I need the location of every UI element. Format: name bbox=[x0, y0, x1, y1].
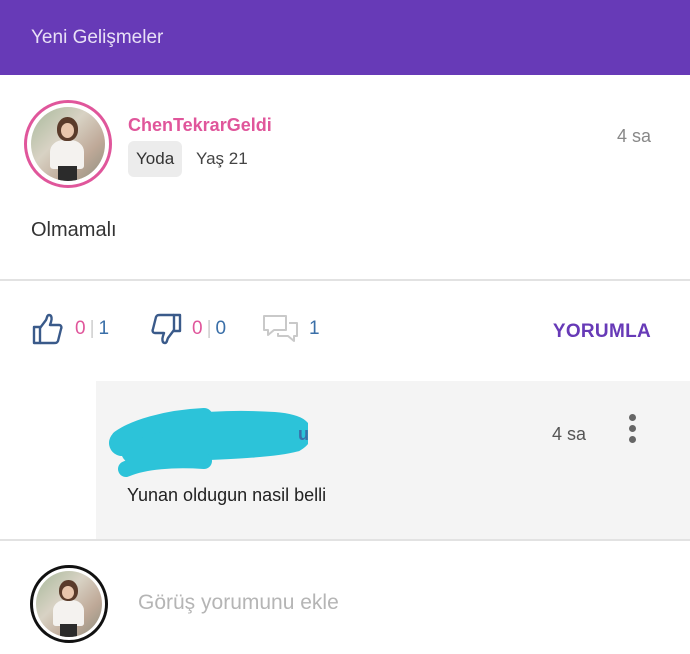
avatar-photo bbox=[31, 107, 105, 181]
comment-bubbles-icon bbox=[263, 315, 298, 342]
top-app-bar: Yeni Gelişmeler bbox=[0, 0, 690, 75]
reply-author[interactable]: u bbox=[298, 424, 309, 445]
comment-input[interactable] bbox=[138, 591, 638, 615]
dislike-count-a: 0 bbox=[192, 318, 203, 339]
user-badge: Yoda bbox=[128, 141, 183, 177]
like-count-a: 0 bbox=[75, 318, 86, 339]
like-count-b: 1 bbox=[98, 318, 110, 339]
dislike-count-b: 0 bbox=[215, 318, 227, 339]
reply-timestamp: 4 sa bbox=[552, 424, 587, 444]
like-button[interactable]: 0 | 1 bbox=[31, 311, 109, 347]
comment-count: 1 bbox=[309, 318, 320, 339]
avatar[interactable] bbox=[24, 100, 112, 188]
current-user-avatar bbox=[30, 565, 108, 643]
thumbs-up-icon bbox=[32, 313, 63, 345]
post-timestamp: 4 sa bbox=[616, 126, 651, 146]
reply-item: u 4 sa Yunan oldugun nasil belli bbox=[96, 381, 690, 539]
post-body: Olmamalı bbox=[31, 219, 117, 241]
user-age: Yaş 21 bbox=[196, 149, 248, 168]
dislike-button[interactable]: 0 | 0 bbox=[149, 311, 226, 347]
redaction-scribble bbox=[109, 408, 308, 477]
page-title: Yeni Gelişmeler bbox=[31, 27, 164, 48]
comments-count-button[interactable]: 1 bbox=[262, 311, 320, 347]
post-card: ChenTekrarGeldi Yoda Yaş 21 4 sa Olmamal… bbox=[0, 75, 690, 280]
more-vertical-icon[interactable] bbox=[626, 414, 638, 450]
comment-composer bbox=[0, 541, 690, 654]
thumbs-down-icon bbox=[151, 313, 182, 345]
avatar-photo bbox=[36, 571, 102, 637]
comment-button[interactable]: YORUMLA bbox=[553, 321, 651, 343]
post-actions: 0 | 1 0 | 0 1 YORUMLA bbox=[0, 281, 690, 381]
reply-body: Yunan oldugun nasil belli bbox=[127, 485, 327, 505]
post-username[interactable]: ChenTekrarGeldi bbox=[128, 115, 272, 136]
